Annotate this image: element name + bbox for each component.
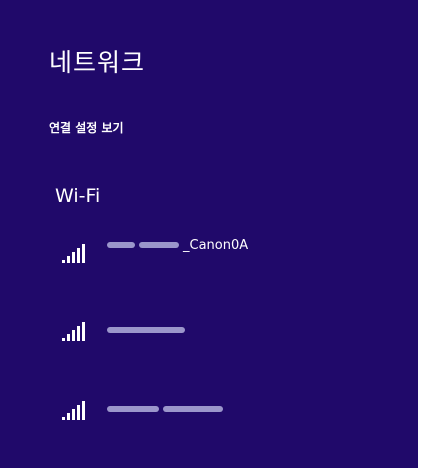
- wifi-network-item[interactable]: [44, 387, 394, 431]
- network-flyout-panel: 네트워크 연결 설정 보기 Wi-Fi _Canon0A: [0, 0, 418, 468]
- wifi-section-title: Wi-Fi: [55, 185, 101, 207]
- network-name: _Canon0A: [107, 238, 248, 253]
- wifi-signal-full-icon: [61, 318, 93, 342]
- wifi-network-item[interactable]: [44, 308, 394, 352]
- wifi-signal-full-icon: [61, 240, 93, 264]
- view-connection-settings-link[interactable]: 연결 설정 보기: [49, 119, 124, 136]
- obscured-ssid-text: [107, 327, 185, 333]
- network-name: [107, 406, 223, 412]
- panel-title: 네트워크: [49, 48, 146, 77]
- wifi-signal-full-icon: [61, 397, 93, 421]
- network-name: [107, 327, 185, 333]
- obscured-ssid-text: [163, 406, 223, 412]
- wifi-network-item[interactable]: _Canon0A: [44, 230, 394, 274]
- obscured-ssid-text: [139, 242, 179, 248]
- obscured-ssid-text: [107, 406, 159, 412]
- network-ssid-suffix: _Canon0A: [183, 237, 249, 253]
- obscured-ssid-text: [107, 242, 135, 248]
